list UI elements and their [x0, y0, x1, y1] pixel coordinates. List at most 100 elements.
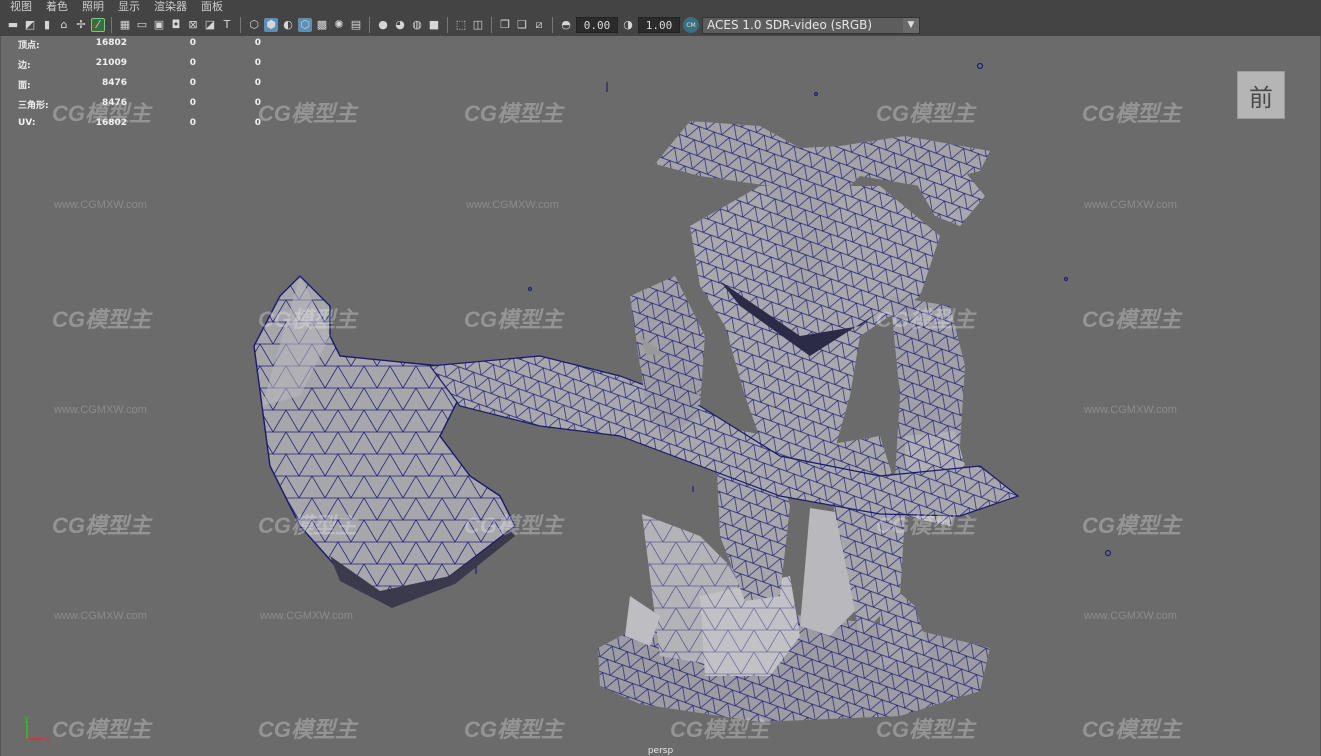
hud-label: 边:	[18, 61, 31, 71]
hud-label: 顶点:	[18, 41, 40, 51]
view-cube-front[interactable]: 前	[1237, 71, 1285, 119]
hud-value: 0	[189, 118, 196, 128]
field-chart-icon[interactable]: ⊠	[186, 18, 200, 32]
watermark-url: www.CGMXW.com	[1084, 610, 1177, 622]
menu-view[interactable]: 视图	[10, 1, 32, 13]
watermark-logo: CG模型主	[52, 717, 152, 742]
menu-show[interactable]: 显示	[118, 1, 140, 13]
viewport-toolbar: ▬ ◩ ▮ ⌂ ✢ ⁄ ▦ ▭ ▣ ◘ ⊠ ◪ T ⬡ ⬢ ◐ ⬡ ▩ ✺ ▤ …	[0, 14, 1321, 36]
wireframe-icon[interactable]: ⬡	[247, 18, 261, 32]
watermark-logo: CG模型主	[1082, 717, 1182, 742]
safe-title-icon[interactable]: T	[220, 18, 234, 32]
hud-value: 0	[254, 78, 261, 88]
motion-blur-icon[interactable]: ◕	[393, 18, 407, 32]
menu-renderer[interactable]: 渲染器	[154, 1, 187, 13]
persp-viewport[interactable]: CG模型主 CG模型主 CG模型主 CG模型主 CG模型主 www.CGMXW.…	[0, 36, 1321, 756]
gamma-field[interactable]: 1.00	[638, 17, 680, 33]
smooth-shade-icon[interactable]: ⬢	[264, 18, 278, 32]
camera-attributes-icon[interactable]: ◩	[23, 18, 37, 32]
chevron-down-icon[interactable]: ▼	[903, 17, 919, 33]
watermark-logo: CG模型主	[258, 307, 358, 332]
hud-value: 8476	[101, 78, 127, 88]
hud-value: 0	[189, 78, 196, 88]
watermark-logo: CG模型主	[876, 307, 976, 332]
viewport-menu-bar: 视图 着色 照明 显示 渲染器 面板	[0, 0, 1321, 14]
anti-aliasing-icon[interactable]: ◍	[410, 18, 424, 32]
hud-row-faces: 面: 8476 0 0	[18, 78, 278, 98]
camera-select-icon[interactable]: ▬	[6, 18, 20, 32]
watermark-url: www.CGMXW.com	[466, 199, 559, 211]
hud-row-vertices: 顶点: 16802 0 0	[18, 38, 278, 58]
film-gate-icon[interactable]: ▭	[135, 18, 149, 32]
default-material-icon[interactable]: ◐	[281, 18, 295, 32]
poly-count-hud: 顶点: 16802 0 0 边: 21009 0 0 面: 8476 0 0 三…	[18, 38, 278, 138]
watermark-logo: CG模型主	[464, 513, 564, 538]
watermark-logo: CG模型主	[464, 101, 564, 126]
xray-icon[interactable]: ◫	[471, 18, 485, 32]
hud-value: 16802	[95, 38, 127, 48]
gamma-icon[interactable]: ◑	[621, 18, 635, 32]
watermark-logo: CG模型主	[464, 717, 564, 742]
rock-base	[598, 508, 990, 722]
watermark-logo: CG模型主	[876, 101, 976, 126]
watermark-url: www.CGMXW.com	[54, 404, 147, 416]
camera-lock-icon[interactable]: ⌂	[57, 18, 71, 32]
backface-culling-icon[interactable]: ⧄	[532, 18, 546, 32]
grease-pencil-icon[interactable]: ⁄	[91, 18, 105, 32]
bookmark-icon[interactable]: ▮	[40, 18, 54, 32]
watermark-logo: CG模型主	[52, 513, 152, 538]
watermark-logo: CG模型主	[670, 717, 770, 742]
color-management-badge[interactable]: CM	[683, 17, 699, 33]
gate-mask-icon[interactable]: ◘	[169, 18, 183, 32]
watermark-url: www.CGMXW.com	[54, 199, 147, 211]
exposure-icon[interactable]: ◓	[559, 18, 573, 32]
view-transform-dropdown[interactable]: ACES 1.0 SDR-video (sRGB) ▼	[702, 16, 920, 34]
textured-icon[interactable]: ▩	[315, 18, 329, 32]
xray-active-icon[interactable]: ❏	[515, 18, 529, 32]
camera-name-label: persp	[647, 746, 674, 756]
hud-value: 0	[254, 58, 261, 68]
hud-row-triangles: 三角形: 8476 0 0	[18, 98, 278, 118]
watermark-logo: CG模型主	[464, 307, 564, 332]
shadows-icon[interactable]: ▤	[349, 18, 363, 32]
screen-space-ao-icon[interactable]: ●	[376, 18, 390, 32]
hud-label: UV:	[18, 118, 36, 128]
hud-value: 0	[189, 98, 196, 108]
watermark-url: www.CGMXW.com	[1084, 199, 1177, 211]
hud-value: 0	[254, 118, 261, 128]
grid-icon[interactable]: ▦	[118, 18, 132, 32]
watermark-logo: CG模型主	[1082, 307, 1182, 332]
view-transform-value: ACES 1.0 SDR-video (sRGB)	[707, 18, 873, 32]
hud-label: 三角形:	[18, 101, 49, 111]
lights-icon[interactable]: ✺	[332, 18, 346, 32]
depth-of-field-icon[interactable]: ■	[427, 18, 441, 32]
resolution-gate-icon[interactable]: ▣	[152, 18, 166, 32]
hud-label: 面:	[18, 81, 31, 91]
safe-action-icon[interactable]: ◪	[203, 18, 217, 32]
watermark-logo: CG模型主	[258, 717, 358, 742]
hud-value: 0	[189, 58, 196, 68]
menu-lighting[interactable]: 照明	[82, 1, 104, 13]
menu-panels[interactable]: 面板	[201, 1, 223, 13]
watermark-logo: CG模型主	[876, 717, 976, 742]
axis-x-label: x	[45, 735, 50, 744]
watermark-logo: CG模型主	[876, 513, 976, 538]
xray-joints-icon[interactable]: ❐	[498, 18, 512, 32]
hud-value: 0	[254, 38, 261, 48]
menu-shading[interactable]: 着色	[46, 1, 68, 13]
hud-value: 16802	[95, 118, 127, 128]
image-plane-icon[interactable]: ✢	[74, 18, 88, 32]
watermark-logo: CG模型主	[1082, 513, 1182, 538]
hud-value: 0	[254, 98, 261, 108]
wireframe-on-shaded-icon[interactable]: ⬡	[298, 18, 312, 32]
axis-gizmo-icon: y x	[24, 714, 50, 744]
watermark-url: www.CGMXW.com	[1084, 404, 1177, 416]
watermark-url: www.CGMXW.com	[260, 610, 353, 622]
hud-value: 8476	[101, 98, 127, 108]
watermark-logo: CG模型主	[52, 307, 152, 332]
isolate-select-icon[interactable]: ⬚	[454, 18, 468, 32]
character-model-wireframe	[253, 62, 1112, 722]
hud-value: 21009	[95, 58, 127, 68]
exposure-field[interactable]: 0.00	[576, 17, 618, 33]
watermark-url: www.CGMXW.com	[54, 610, 147, 622]
